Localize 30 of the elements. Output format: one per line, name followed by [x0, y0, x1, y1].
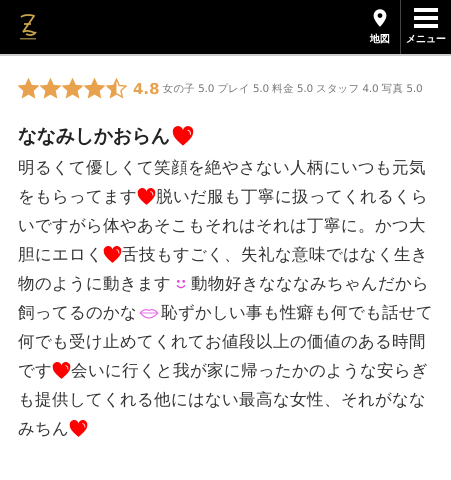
menu-icon	[414, 8, 438, 28]
star-icon	[62, 78, 83, 99]
review-title: ななみしかおらん	[18, 124, 170, 149]
review-text: も提供してくれる他にはない最高な女性、それがなな	[18, 389, 426, 411]
heart-icon	[103, 246, 122, 264]
map-pin-icon	[372, 8, 388, 28]
review-text: 会いに行くと我が家に帰ったかのような安らぎ	[71, 360, 428, 382]
review-text: 明るくて優しくて笑顔を絶やさない人柄にいつも元気	[18, 157, 426, 179]
review-text: です	[18, 360, 52, 382]
review-text: をもらってます	[18, 186, 137, 208]
review-text: 舌技もすごく、失礼な意味ではなく生き	[122, 244, 428, 266]
heart-icon	[52, 362, 71, 380]
heart-icon	[137, 188, 156, 206]
heart-icon	[172, 126, 194, 146]
review-text: 動物好きなななみちゃんだから	[191, 273, 429, 295]
star-icon	[40, 78, 61, 99]
review-text: 脱いだ服も丁寧に扱ってくれるくら	[156, 186, 428, 208]
star-icon	[84, 78, 105, 99]
review-text: 恥ずかしい事も性癖も何でも話せて	[161, 302, 433, 324]
review-text: 飼ってるのかな	[18, 302, 137, 324]
rating-breakdown: 女の子 5.0 プレイ 5.0 料金 5.0 スタッフ 4.0 写真 5.0	[162, 82, 423, 96]
heart-icon	[69, 420, 88, 438]
review-text: 何でも受け止めてくれてお値段以上の価値のある時間	[18, 331, 426, 353]
review-text: みちん	[18, 418, 69, 440]
review-text: いですがら体やあそこもそれはそれは丁寧に。かつ大	[18, 215, 426, 237]
star-icon	[18, 78, 39, 99]
review-text: 物のように動きます	[18, 273, 171, 295]
star-icon	[106, 78, 127, 99]
review-text: 胆にエロく	[18, 244, 103, 266]
rating-score: 4.8	[133, 80, 160, 98]
